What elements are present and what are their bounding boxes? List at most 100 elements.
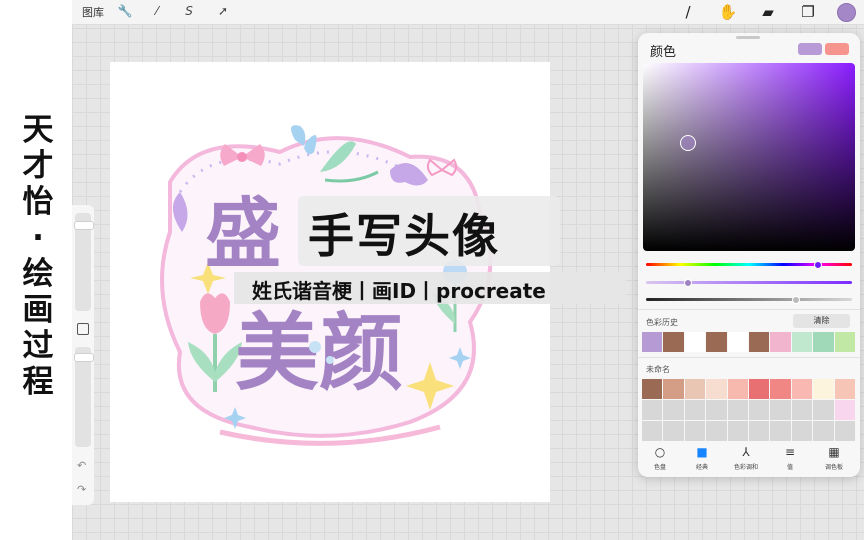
title-strip: 天才怡 · 绘画过程 [0, 0, 72, 540]
top-toolbar: 图库 🔧 ⁄ S ➚ / ✋ ▰ ❐ [72, 0, 864, 25]
history-swatch[interactable] [791, 332, 813, 352]
palette-swatch[interactable] [663, 421, 684, 441]
palette-swatch[interactable] [813, 379, 834, 399]
title-char: 天 [22, 112, 54, 148]
saturation-value-picker[interactable] [643, 63, 855, 251]
palette-swatch[interactable] [770, 400, 791, 420]
title-char: 才 [22, 148, 54, 184]
brightness-slider[interactable] [646, 298, 852, 301]
history-swatch[interactable] [684, 332, 706, 352]
clear-history-button[interactable]: 清除 [793, 314, 850, 328]
palette-swatch[interactable] [727, 400, 748, 420]
smudge-icon[interactable]: ✋ [718, 2, 738, 22]
tab-label: 色彩调和 [733, 464, 758, 471]
history-swatch[interactable] [706, 332, 727, 352]
history-swatch[interactable] [642, 332, 663, 352]
tab-label: 色盘 [653, 464, 666, 471]
palette-swatch[interactable] [663, 400, 684, 420]
divider [638, 357, 860, 358]
palette-swatch[interactable] [684, 400, 706, 420]
opacity-slider[interactable] [75, 347, 91, 447]
current-color-swatch[interactable] [798, 43, 822, 55]
title-char: · [32, 220, 44, 256]
title-char: 程 [22, 364, 54, 400]
harmony-icon: ⅄ [742, 445, 750, 459]
vertical-title: 天才怡 · 绘画过程 [18, 112, 58, 400]
palette-swatch[interactable] [834, 379, 855, 399]
palette-swatch[interactable] [748, 421, 770, 441]
color-mode-tabs: ○ 色盘 ■ 经典 ⅄ 色彩调和 ≡ 值 ▦ 调色板 [638, 445, 860, 477]
wrench-icon[interactable]: 🔧 [116, 2, 134, 20]
panel-title: 颜色 [650, 45, 677, 60]
tab-palettes[interactable]: ▦ 调色板 [814, 445, 854, 471]
saturation-thumb[interactable] [684, 279, 692, 287]
history-swatch[interactable] [834, 332, 855, 352]
palette-swatch[interactable] [706, 421, 727, 441]
artwork-char-top: 盛 [205, 189, 281, 278]
eraser-icon[interactable]: ▰ [758, 2, 778, 22]
title-char: 绘 [22, 256, 54, 292]
palette-grid [642, 379, 855, 441]
classic-icon: ■ [696, 445, 708, 459]
palette-swatch[interactable] [727, 421, 748, 441]
palette-swatch[interactable] [642, 421, 663, 441]
palette-swatch[interactable] [684, 379, 706, 399]
history-label: 色彩历史 [646, 318, 678, 327]
tab-label: 值 [786, 464, 793, 471]
title-banner: 手写头像 [308, 209, 500, 263]
tab-classic[interactable]: ■ 经典 [682, 445, 722, 471]
palettes-icon: ▦ [828, 445, 840, 459]
palette-swatch[interactable] [834, 400, 855, 420]
tab-label: 调色板 [824, 464, 843, 471]
selection-icon[interactable]: S [180, 2, 198, 20]
palette-swatch[interactable] [791, 400, 813, 420]
opacity-thumb[interactable] [74, 353, 94, 362]
transform-icon[interactable]: ➚ [214, 2, 232, 20]
palette-swatch[interactable] [706, 400, 727, 420]
modify-button[interactable] [77, 323, 89, 335]
undo-icon[interactable]: ↶ [77, 459, 86, 472]
palette-swatch[interactable] [791, 421, 813, 441]
tab-value[interactable]: ≡ 值 [770, 445, 810, 471]
hue-thumb[interactable] [814, 261, 822, 269]
active-color-button[interactable] [837, 3, 856, 22]
palette-swatch[interactable] [791, 379, 813, 399]
tab-disc[interactable]: ○ 色盘 [640, 445, 680, 471]
palette-swatch[interactable] [663, 379, 684, 399]
history-swatch[interactable] [813, 332, 834, 352]
palette-swatch[interactable] [748, 400, 770, 420]
magic-wand-icon[interactable]: ⁄ [148, 2, 166, 20]
palette-swatch[interactable] [727, 379, 748, 399]
picker-cursor[interactable] [680, 135, 696, 151]
palette-swatch[interactable] [770, 379, 791, 399]
title-char: 过 [22, 328, 54, 364]
layers-icon[interactable]: ❐ [798, 2, 818, 22]
previous-color-swatch[interactable] [825, 43, 849, 55]
palette-swatch[interactable] [748, 379, 770, 399]
palette-swatch[interactable] [813, 400, 834, 420]
artwork-chars-bottom: 美颜 [235, 304, 403, 402]
gallery-button[interactable]: 图库 [82, 4, 104, 20]
brush-icon[interactable]: / [678, 2, 698, 22]
palette-swatch[interactable] [770, 421, 791, 441]
brightness-thumb[interactable] [792, 296, 800, 304]
history-swatch[interactable] [770, 332, 791, 352]
palette-swatch[interactable] [706, 379, 727, 399]
brush-size-thumb[interactable] [74, 221, 94, 230]
dot [309, 341, 321, 353]
history-swatch[interactable] [748, 332, 770, 352]
palette-swatch[interactable] [642, 379, 663, 399]
panel-grabber[interactable] [736, 36, 760, 39]
palette-swatch[interactable] [834, 421, 855, 441]
tab-harmony[interactable]: ⅄ 色彩调和 [726, 445, 766, 471]
color-panel: 颜色 色彩历史 清除 未命名 ○ 色盘 ■ 经典 ⅄ 色彩调和 ≡ 值 ▦ 调色板 [638, 33, 860, 477]
history-swatch[interactable] [727, 332, 748, 352]
redo-icon[interactable]: ↷ [77, 483, 86, 496]
palette-swatch[interactable] [813, 421, 834, 441]
saturation-slider[interactable] [646, 281, 852, 284]
dot [326, 356, 334, 364]
palette-swatch[interactable] [684, 421, 706, 441]
history-swatch[interactable] [663, 332, 684, 352]
palette-swatch[interactable] [642, 400, 663, 420]
divider [638, 309, 860, 310]
